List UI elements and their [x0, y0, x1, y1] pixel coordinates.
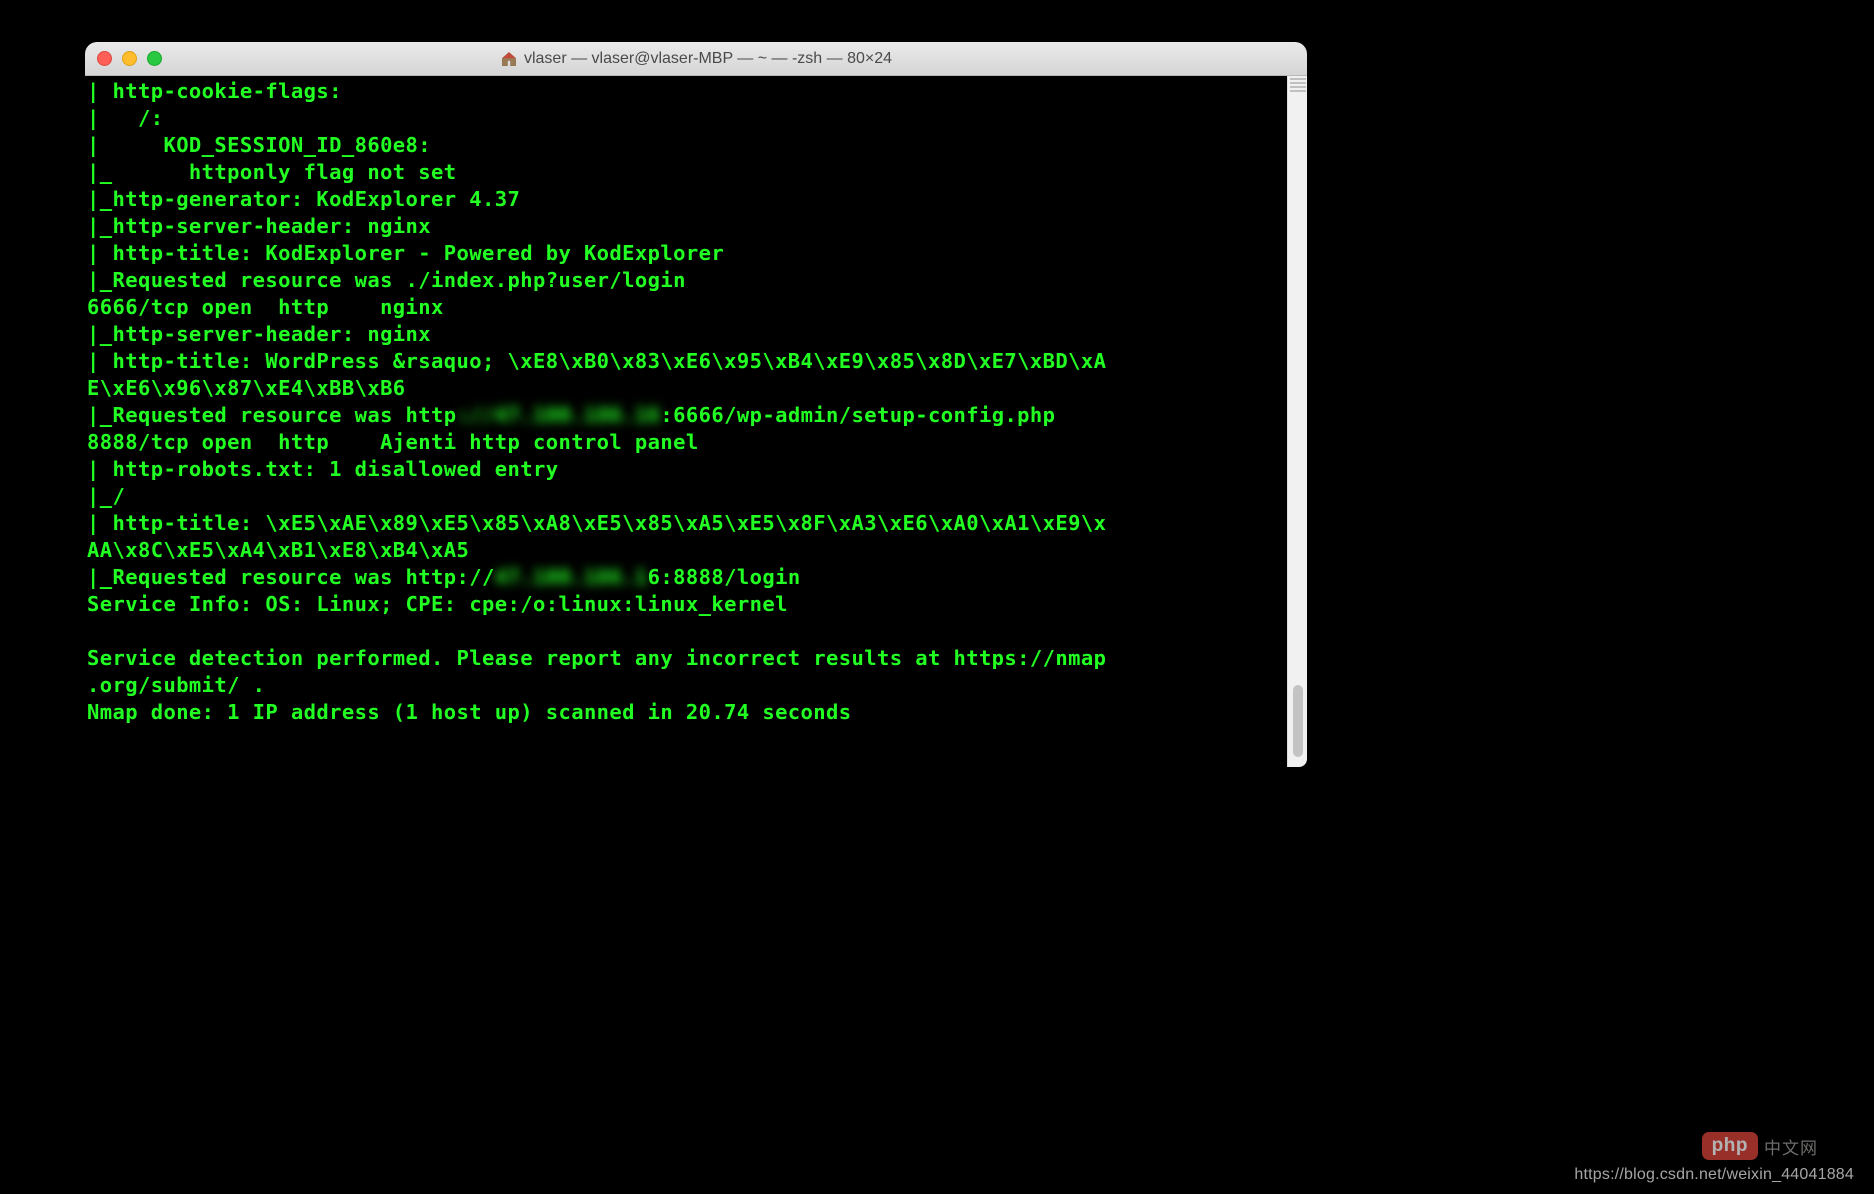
- output-line: .org/submit/ .: [87, 672, 1285, 699]
- output-line: |_http-server-header: nginx: [87, 321, 1285, 348]
- php-watermark: php 中文网: [1702, 1132, 1818, 1160]
- home-icon: [500, 50, 518, 68]
- output-line: Service Info: OS: Linux; CPE: cpe:/o:lin…: [87, 591, 1285, 618]
- output-line: |_http-server-header: nginx: [87, 213, 1285, 240]
- window-titlebar[interactable]: vlaser — vlaser@vlaser-MBP — ~ — -zsh — …: [85, 42, 1307, 76]
- output-line: | http-robots.txt: 1 disallowed entry: [87, 456, 1285, 483]
- output-line: 6666/tcp open http nginx: [87, 294, 1285, 321]
- output-line: |_Requested resource was http://47.100.1…: [87, 564, 1285, 591]
- terminal-output[interactable]: | http-cookie-flags:| /:| KOD_SESSION_ID…: [85, 76, 1287, 767]
- output-line: | http-title: \xE5\xAE\x89\xE5\x85\xA8\x…: [87, 510, 1285, 537]
- output-line: AA\x8C\xE5\xA4\xB1\xE8\xB4\xA5: [87, 537, 1285, 564]
- scrollbar-thumb[interactable]: [1293, 685, 1303, 757]
- terminal-window: vlaser — vlaser@vlaser-MBP — ~ — -zsh — …: [85, 42, 1307, 767]
- output-line: |_Requested resource was ./index.php?use…: [87, 267, 1285, 294]
- redacted-ip: ://47.100.186.16: [457, 403, 661, 427]
- php-cn-text: 中文网: [1764, 1134, 1818, 1159]
- output-line: 8888/tcp open http Ajenti http control p…: [87, 429, 1285, 456]
- scrollbar-track[interactable]: [1287, 76, 1307, 767]
- output-line: | http-title: WordPress &rsaquo; \xE8\xB…: [87, 348, 1285, 375]
- output-line: [87, 618, 1285, 645]
- close-button[interactable]: [97, 51, 112, 66]
- output-line: |_/: [87, 483, 1285, 510]
- output-line: | http-cookie-flags:: [87, 78, 1285, 105]
- csdn-source-text: https://blog.csdn.net/weixin_44041884: [1574, 1166, 1854, 1184]
- output-line: |_http-generator: KodExplorer 4.37: [87, 186, 1285, 213]
- output-line: E\xE6\x96\x87\xE4\xBB\xB6: [87, 375, 1285, 402]
- window-title-text: vlaser — vlaser@vlaser-MBP — ~ — -zsh — …: [524, 50, 892, 68]
- output-line: | KOD_SESSION_ID_860e8:: [87, 132, 1285, 159]
- output-line: |_Requested resource was http://47.100.1…: [87, 402, 1285, 429]
- traffic-lights: [97, 51, 162, 66]
- output-line: Service detection performed. Please repo…: [87, 645, 1285, 672]
- minimize-button[interactable]: [122, 51, 137, 66]
- output-line: |_ httponly flag not set: [87, 159, 1285, 186]
- output-line: Nmap done: 1 IP address (1 host up) scan…: [87, 699, 1285, 726]
- redacted-ip: 47.100.186.1: [495, 565, 648, 589]
- terminal-body: | http-cookie-flags:| /:| KOD_SESSION_ID…: [85, 76, 1307, 767]
- window-title: vlaser — vlaser@vlaser-MBP — ~ — -zsh — …: [85, 50, 1307, 68]
- zoom-button[interactable]: [147, 51, 162, 66]
- php-pill-logo: php: [1702, 1132, 1758, 1160]
- output-line: | /:: [87, 105, 1285, 132]
- scroll-hatch-icon: [1290, 78, 1306, 92]
- output-line: | http-title: KodExplorer - Powered by K…: [87, 240, 1285, 267]
